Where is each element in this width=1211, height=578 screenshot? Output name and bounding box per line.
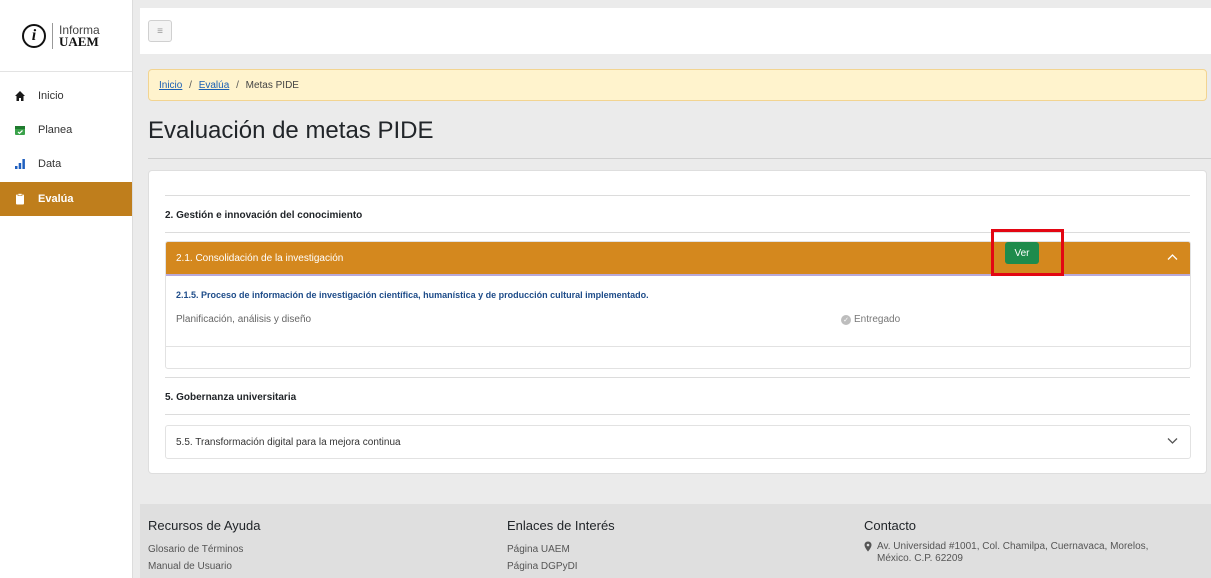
sidebar-item-label: Data — [38, 158, 62, 170]
footer-contact: Contacto Av. Universidad #1001, Col. Cha… — [864, 518, 1148, 565]
logo-text: Informa UAEM — [59, 24, 100, 48]
top-bar: ≡ — [140, 8, 1211, 54]
logo-line2: UAEM — [59, 33, 99, 49]
footer-address: Av. Universidad #1001, Col. Chamilpa, Cu… — [864, 541, 1148, 565]
sidebar-item-label: Planea — [38, 124, 73, 136]
divider — [165, 377, 1190, 378]
divider — [165, 414, 1190, 415]
status-text: Entregado — [854, 314, 901, 325]
footer-link-dgpydi[interactable]: Página DGPyDI — [507, 558, 615, 575]
clipboard-icon — [14, 193, 26, 205]
home-icon — [14, 90, 26, 102]
footer-link-glosario[interactable]: Glosario de Términos — [148, 541, 261, 558]
section-title: 5. Gobernanza universitaria — [165, 392, 297, 403]
footer-links: Enlaces de Interés Página UAEM Página DG… — [507, 518, 615, 575]
sidebar-item-inicio[interactable]: Inicio — [0, 80, 132, 112]
address-line-1: Av. Universidad #1001, Col. Chamilpa, Cu… — [877, 541, 1149, 552]
sidebar-item-label: Inicio — [38, 90, 64, 102]
sidebar-item-label: Evalúa — [38, 193, 74, 205]
accordion-title: 2.1. Consolidación de la investigación — [176, 252, 344, 264]
ver-button[interactable]: Ver — [1005, 242, 1039, 264]
footer: Recursos de Ayuda Glosario de Términos M… — [140, 504, 1211, 578]
breadcrumb-separator: / — [236, 80, 239, 91]
sidebar-item-planea[interactable]: Planea — [0, 114, 132, 146]
footer-link-uaem[interactable]: Página UAEM — [507, 541, 615, 558]
calendar-icon — [14, 124, 26, 136]
bar-chart-icon — [14, 158, 26, 170]
sidebar: i Informa UAEM Inicio Planea Data Evalúa — [0, 0, 133, 578]
address-line-2: México. C.P. 62209 — [877, 553, 963, 564]
divider — [165, 195, 1190, 196]
accordion-transformacion[interactable]: 5.5. Transformación digital para la mejo… — [165, 425, 1191, 459]
footer-heading: Contacto — [864, 518, 917, 533]
chevron-up-icon — [1167, 253, 1178, 264]
breadcrumb-current: Metas PIDE — [245, 80, 299, 91]
goal-title: 2.1.5. Proceso de información de investi… — [176, 290, 649, 300]
footer-link-manual[interactable]: Manual de Usuario — [148, 558, 261, 575]
info-icon: i — [22, 23, 46, 48]
goals-card: 2. Gestión e innovación del conocimiento… — [148, 170, 1207, 474]
logo[interactable]: i Informa UAEM — [0, 0, 132, 72]
hamburger-icon: ≡ — [157, 25, 163, 37]
footer-heading: Enlaces de Interés — [507, 518, 615, 533]
sidebar-item-evalua[interactable]: Evalúa — [0, 182, 132, 216]
breadcrumb-link-inicio[interactable]: Inicio — [159, 80, 182, 91]
breadcrumb-link-evalua[interactable]: Evalúa — [199, 80, 230, 91]
divider — [166, 346, 1190, 347]
accordion-title: 5.5. Transformación digital para la mejo… — [176, 436, 401, 448]
chevron-down-icon — [1167, 437, 1178, 448]
title-divider — [148, 158, 1211, 159]
check-circle-icon: ✓ — [841, 314, 851, 325]
section-title: 2. Gestión e innovación del conocimiento — [165, 210, 363, 221]
breadcrumb: Inicio / Evalúa / Metas PIDE — [148, 69, 1207, 101]
goal-subtitle: Planificación, análisis y diseño — [176, 314, 312, 325]
sidebar-nav: Inicio Planea Data Evalúa — [0, 80, 132, 216]
page-title: Evaluación de metas PIDE — [148, 117, 434, 144]
breadcrumb-separator: / — [189, 80, 192, 91]
location-pin-icon — [864, 541, 872, 565]
footer-resources: Recursos de Ayuda Glosario de Términos M… — [148, 518, 261, 575]
logo-divider — [52, 22, 53, 49]
sidebar-item-data[interactable]: Data — [0, 148, 132, 180]
menu-toggle-button[interactable]: ≡ — [148, 20, 172, 42]
footer-heading: Recursos de Ayuda — [148, 518, 261, 533]
status-badge: ✓ Entregado — [841, 314, 900, 325]
